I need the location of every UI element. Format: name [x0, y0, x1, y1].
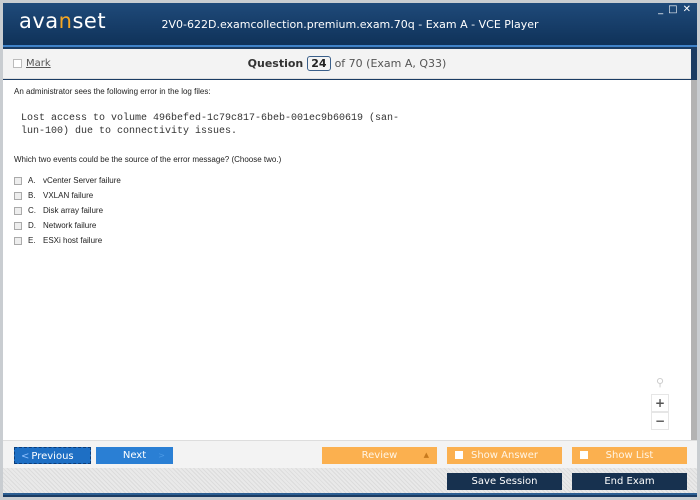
chevron-right-icon: >	[158, 451, 165, 460]
question-intro: An administrator sees the following erro…	[14, 87, 211, 96]
option-letter: B.	[28, 191, 36, 200]
option-text: Network failure	[43, 221, 97, 230]
window-controls: _ □ ✕	[658, 4, 691, 15]
question-prompt: Which two events could be the source of …	[14, 155, 282, 164]
close-icon[interactable]: ✕	[683, 4, 691, 15]
window-title: 2V0-622D.examcollection.premium.exam.70q…	[161, 18, 539, 31]
code-line: lun-100) due to connectivity issues.	[21, 126, 238, 137]
next-button[interactable]: Next >	[96, 447, 173, 464]
review-label: Review	[361, 450, 398, 461]
save-session-button[interactable]: Save Session	[447, 473, 562, 490]
triangle-up-icon: ▲	[423, 451, 429, 459]
question-number-input[interactable]: 24	[307, 56, 331, 71]
search-icon[interactable]: ⚲	[651, 376, 669, 394]
option-checkbox[interactable]	[14, 191, 22, 200]
show-answer-button[interactable]: Show Answer	[447, 447, 562, 464]
end-exam-button[interactable]: End Exam	[572, 473, 687, 490]
chevron-left-icon: <	[21, 451, 30, 462]
question-total: of 70 (Exam A, Q33)	[334, 57, 447, 70]
session-bar: Save Session End Exam	[3, 468, 697, 495]
answer-options: A. vCenter Server failure B. VXLAN failure…	[14, 173, 121, 248]
option-a[interactable]: A. vCenter Server failure	[14, 173, 121, 188]
option-d[interactable]: D. Network failure	[14, 218, 121, 233]
option-c[interactable]: C. Disk array failure	[14, 203, 121, 218]
option-text: ESXi host failure	[43, 236, 103, 245]
zoom-tools: ⚲ + −	[651, 376, 669, 430]
checkbox-icon	[580, 451, 588, 459]
vce-player-window: avanset 2V0-622D.examcollection.premium.…	[3, 3, 697, 497]
zoom-in-button[interactable]: +	[651, 394, 669, 412]
option-letter: A.	[28, 176, 36, 185]
navigation-bar: < Previous Next > Review ▲ Show Answer Show…	[3, 440, 697, 468]
option-checkbox[interactable]	[14, 176, 22, 185]
option-letter: C.	[28, 206, 36, 215]
question-content: An administrator sees the following erro…	[3, 80, 691, 440]
review-button[interactable]: Review ▲	[322, 447, 437, 464]
option-e[interactable]: E. ESXi host failure	[14, 233, 121, 248]
previous-label: Previous	[31, 451, 74, 462]
option-text: Disk array failure	[43, 206, 104, 215]
question-number: Question 24 of 70 (Exam A, Q33)	[3, 56, 691, 71]
error-code-block: Lost access to volume 496befed-1c79c817-…	[21, 112, 399, 138]
title-bar: avanset 2V0-622D.examcollection.premium.…	[3, 3, 697, 47]
vertical-scrollbar[interactable]	[691, 80, 697, 440]
checkbox-icon	[455, 451, 463, 459]
question-label: Question	[247, 57, 304, 70]
next-label: Next	[122, 450, 147, 461]
option-text: vCenter Server failure	[43, 176, 121, 185]
option-b[interactable]: B. VXLAN failure	[14, 188, 121, 203]
show-list-label: Show List	[605, 450, 654, 461]
option-text: VXLAN failure	[43, 191, 94, 200]
option-letter: D.	[28, 221, 36, 230]
code-line: Lost access to volume 496befed-1c79c817-…	[21, 113, 400, 124]
option-checkbox[interactable]	[14, 236, 22, 245]
minimize-icon[interactable]: _	[658, 4, 663, 15]
zoom-out-button[interactable]: −	[651, 412, 669, 430]
option-letter: E.	[28, 236, 36, 245]
previous-button[interactable]: < Previous	[14, 447, 91, 464]
question-bar: Mark Question 24 of 70 (Exam A, Q33)	[3, 49, 691, 79]
show-answer-label: Show Answer	[471, 450, 538, 461]
maximize-icon[interactable]: □	[668, 4, 677, 15]
show-list-button[interactable]: Show List	[572, 447, 687, 464]
option-checkbox[interactable]	[14, 206, 22, 215]
option-checkbox[interactable]	[14, 221, 22, 230]
